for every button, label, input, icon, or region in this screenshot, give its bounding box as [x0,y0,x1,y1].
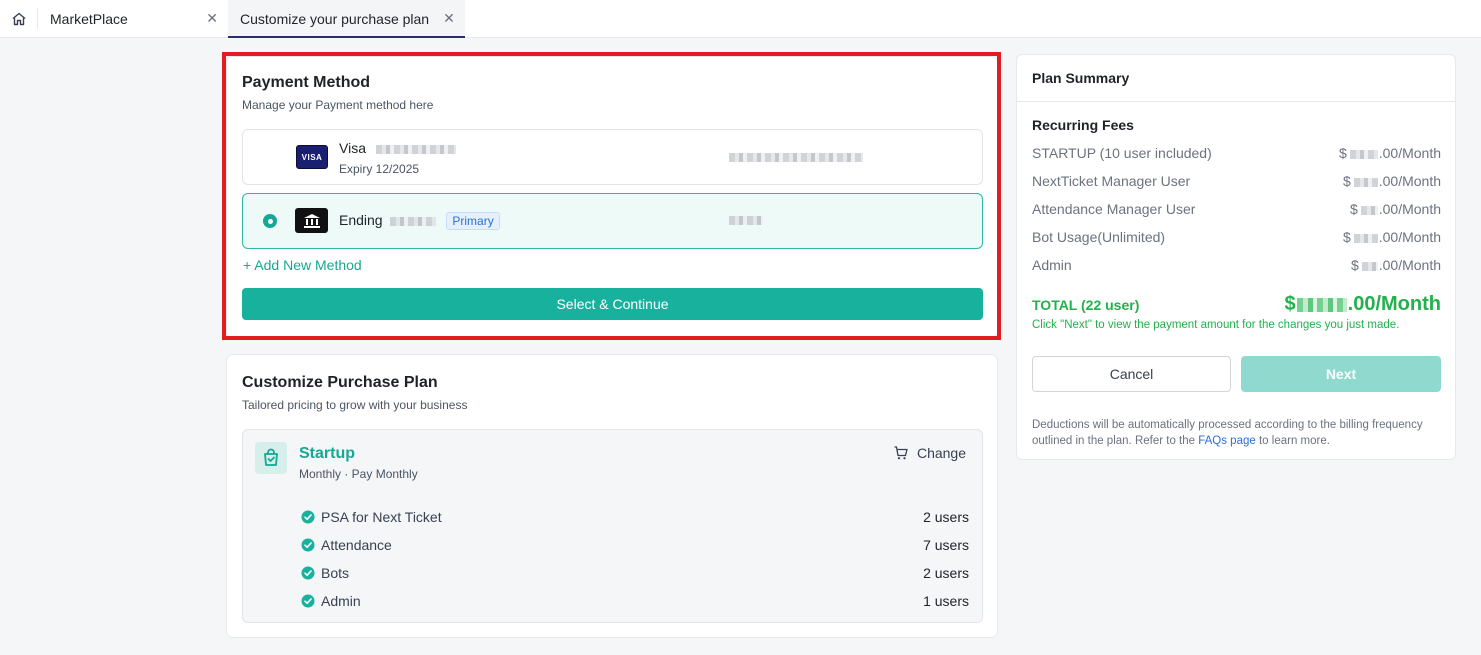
close-icon[interactable]: ✕ [206,10,218,27]
cart-icon [894,446,908,460]
close-icon[interactable]: ✕ [443,10,455,27]
tab-bar: MarketPlace ✕ Customize your purchase pl… [0,0,1481,38]
tab-label: MarketPlace [50,10,128,27]
check-badge-icon [301,566,315,580]
tab-customize-plan[interactable]: Customize your purchase plan ✕ [228,0,465,38]
fee-row: NextTicket Manager User $ .00/Month [1032,167,1441,195]
feature-users: 1 users [923,593,969,609]
fee-amount: $ .00/Month [1338,145,1441,161]
add-new-method-link[interactable]: + Add New Method [243,257,362,273]
shopping-bag-icon [255,442,287,474]
fee-name: Attendance Manager User [1032,201,1196,217]
payment-option-visa[interactable]: VISA Visa Expiry 12/2025 [242,129,983,185]
redacted-bank-holder [729,216,763,225]
fee-row: STARTUP (10 user included) $ .00/Month [1032,139,1441,167]
total-amount: $ .00/Month [1284,293,1441,315]
fee-amount: $ .00/Month [1349,201,1441,217]
visa-expiry: Expiry 12/2025 [339,162,420,176]
check-badge-icon [301,510,315,524]
plan-feature: Bots 2 users [301,559,969,587]
fee-amount: $ .00/Month [1342,229,1441,245]
total-label: TOTAL (22 user) [1032,296,1140,313]
check-badge-icon [301,538,315,552]
faqs-link[interactable]: FAQs page [1198,435,1256,447]
home-button[interactable] [0,8,38,29]
feature-users: 7 users [923,537,969,553]
plan-feature-list: PSA for Next Ticket 2 users Attendance 7… [301,503,969,615]
plan-details: Startup Monthly · Pay Monthly Change PSA… [242,429,983,623]
billing-note: Deductions will be automatically process… [1032,419,1423,447]
redacted-card-holder [729,153,863,162]
plan-frequency: Monthly · Pay Monthly [299,467,418,481]
fee-name: STARTUP (10 user included) [1032,145,1212,161]
plan-summary-card: Plan Summary Recurring Fees STARTUP (10 … [1016,54,1456,460]
visa-card-icon: VISA [296,145,328,169]
payment-method-subtitle: Manage your Payment method here [242,98,434,112]
plan-feature: Admin 1 users [301,587,969,615]
fee-amount: $ .00/Month [1342,173,1441,189]
fee-row: Attendance Manager User $ .00/Month [1032,195,1441,223]
plan-summary-title: Plan Summary [1017,55,1455,102]
fee-name: Bot Usage(Unlimited) [1032,229,1166,245]
primary-badge: Primary [446,212,500,231]
plan-feature: Attendance 7 users [301,531,969,559]
check-badge-icon [301,594,315,608]
recurring-fees-title: Recurring Fees [1032,117,1134,133]
payment-option-bank[interactable]: Ending Primary [242,193,983,249]
fee-list: STARTUP (10 user included) $ .00/Month Ne… [1032,139,1441,279]
feature-name: Attendance [321,537,392,553]
fee-row: Admin $ .00/Month [1032,251,1441,279]
payment-method-card: Payment Method Manage your Payment metho… [226,56,998,338]
feature-name: Admin [321,593,361,609]
plan-feature: PSA for Next Ticket 2 users [301,503,969,531]
tab-label: Customize your purchase plan [240,10,430,27]
feature-users: 2 users [923,565,969,581]
select-continue-button[interactable]: Select & Continue [242,288,983,320]
feature-users: 2 users [923,509,969,525]
payment-method-title: Payment Method [242,74,371,91]
total-note: Click "Next" to view the payment amount … [1032,319,1400,331]
customize-plan-card: Customize Purchase Plan Tailored pricing… [226,354,998,638]
visa-card-name: Visa [339,140,456,156]
home-icon [12,12,25,25]
next-button[interactable]: Next [1241,356,1441,392]
visa-label: Visa [339,140,366,156]
bank-icon [295,208,328,233]
fee-name: NextTicket Manager User [1032,173,1191,189]
customize-plan-title: Customize Purchase Plan [242,374,438,391]
tab-marketplace[interactable]: MarketPlace ✕ [38,0,228,37]
plan-name: Startup [299,445,355,462]
cancel-button[interactable]: Cancel [1032,356,1231,392]
feature-name: PSA for Next Ticket [321,509,442,525]
redacted-account-number [390,216,437,226]
total-row: TOTAL (22 user) $ .00/Month [1032,293,1441,316]
change-plan-button[interactable]: Change [893,445,966,461]
feature-name: Bots [321,565,350,581]
fee-amount: $ .00/Month [1350,257,1441,273]
customize-plan-subtitle: Tailored pricing to grow with your busin… [242,398,468,412]
redacted-card-number [375,144,456,154]
bank-ending-label: Ending [339,212,383,228]
selected-radio[interactable] [263,214,277,228]
change-label: Change [916,445,966,461]
bank-account-name: Ending Primary [339,212,500,231]
fee-row: Bot Usage(Unlimited) $ .00/Month [1032,223,1441,251]
fee-name: Admin [1032,257,1072,273]
